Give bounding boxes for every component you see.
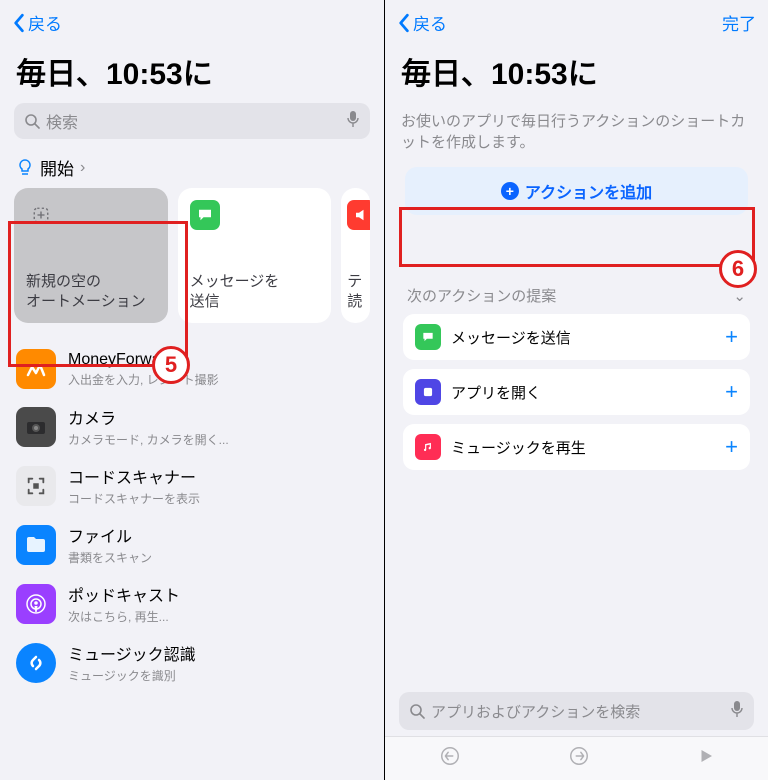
app-shazam[interactable]: ミュージック認識 ミュージックを識別 (0, 633, 384, 692)
plus-circle-icon: + (501, 182, 519, 200)
back-button[interactable]: 戻る (12, 10, 62, 35)
back-label: 戻る (28, 10, 62, 35)
suggestion-open-app[interactable]: アプリを開く + (403, 369, 750, 415)
files-icon (16, 525, 56, 565)
speaker-icon (347, 200, 370, 230)
app-name: コードスキャナー (68, 464, 200, 488)
search-icon (409, 703, 425, 719)
moneyforward-icon (16, 349, 56, 389)
suggestion-label: アプリを開く (451, 382, 541, 403)
chevron-down-icon: ⌄ (733, 287, 746, 305)
page-title: 毎日、10:53に (0, 41, 384, 103)
shortcuts-add-action-pane: 戻る 完了 毎日、10:53に お使いのアプリで毎日行うアクションのショートカッ… (384, 0, 768, 780)
suggestion-label: ミュージックを再生 (451, 437, 586, 458)
app-icon (415, 379, 441, 405)
card-send-message[interactable]: メッセージを 送信 (178, 188, 332, 323)
top-bar: 戻る (0, 0, 384, 41)
app-name: ミュージック認識 (68, 641, 196, 665)
plus-icon[interactable]: + (725, 379, 738, 405)
app-code-scanner[interactable]: コードスキャナー コードスキャナーを表示 (0, 456, 384, 515)
search-icon (24, 113, 40, 129)
app-moneyforward[interactable]: MoneyForward 入出金を入力, レシート撮影 (0, 341, 384, 397)
top-bar: 戻る 完了 (385, 0, 768, 41)
add-action-label: アクションを追加 (525, 179, 652, 203)
chevron-right-icon: › (80, 159, 85, 177)
app-list: MoneyForward 入出金を入力, レシート撮影 カメラ カメラモード, … (0, 341, 384, 692)
app-sub: ミュージックを識別 (68, 667, 196, 684)
done-button[interactable]: 完了 (722, 10, 756, 35)
suggestions-title: 次のアクションの提案 (407, 285, 556, 306)
shazam-icon (16, 643, 56, 683)
undo-button[interactable] (439, 745, 461, 773)
app-sub: 入出金を入力, レシート撮影 (68, 371, 219, 388)
messages-icon (415, 324, 441, 350)
add-action-button[interactable]: + アクションを追加 (405, 167, 748, 215)
app-sub: 書類をスキャン (68, 549, 152, 566)
chevron-left-icon (397, 13, 411, 33)
app-files[interactable]: ファイル 書類をスキャン (0, 515, 384, 574)
plus-icon[interactable]: + (725, 434, 738, 460)
new-automation-icon (26, 200, 56, 230)
podcasts-icon (16, 584, 56, 624)
music-icon (415, 434, 441, 460)
suggestion-label: メッセージを送信 (451, 327, 571, 348)
back-button[interactable]: 戻る (397, 10, 447, 35)
mic-icon[interactable] (730, 700, 744, 722)
start-section-header[interactable]: 開始 › (0, 151, 384, 188)
action-cards-row: 新規の空の オートメーション メッセージを 送信 テ 読 (0, 188, 384, 323)
page-title: 毎日、10:53に (385, 41, 768, 103)
suggestion-send-message[interactable]: メッセージを送信 + (403, 314, 750, 360)
app-name: ポッドキャスト (68, 582, 180, 606)
app-camera[interactable]: カメラ カメラモード, カメラを開く... (0, 397, 384, 456)
redo-button[interactable] (568, 745, 590, 773)
bottom-toolbar (385, 736, 768, 780)
mic-icon[interactable] (346, 110, 360, 133)
search-placeholder: アプリおよびアクションを検索 (431, 701, 640, 722)
app-sub: コードスキャナーを表示 (68, 490, 200, 507)
app-name: カメラ (68, 405, 229, 429)
action-search-input[interactable]: アプリおよびアクションを検索 (399, 692, 754, 730)
shortcuts-automation-start-pane: 戻る 毎日、10:53に 検索 開始 › 新規の空の オートメーション メッセー… (0, 0, 384, 780)
messages-icon (190, 200, 220, 230)
app-sub: 次はこちら, 再生... (68, 608, 180, 625)
back-label: 戻る (413, 10, 447, 35)
suggestion-play-music[interactable]: ミュージックを再生 + (403, 424, 750, 470)
start-label: 開始 (40, 155, 74, 180)
search-placeholder: 検索 (46, 109, 78, 133)
annotation-box-6 (399, 207, 755, 267)
suggestions-header[interactable]: 次のアクションの提案 ⌄ (385, 285, 768, 314)
run-button[interactable] (697, 747, 715, 771)
card-peek-next[interactable]: テ 読 (341, 188, 370, 323)
card-label: テ 読 (347, 272, 358, 311)
plus-icon[interactable]: + (725, 324, 738, 350)
card-label: メッセージを 送信 (190, 272, 320, 311)
lightbulb-icon (16, 159, 34, 177)
search-input[interactable]: 検索 (14, 103, 370, 139)
card-new-blank-automation[interactable]: 新規の空の オートメーション (14, 188, 168, 323)
chevron-left-icon (12, 13, 26, 33)
scanner-icon (16, 466, 56, 506)
app-name: ファイル (68, 523, 152, 547)
app-podcasts[interactable]: ポッドキャスト 次はこちら, 再生... (0, 574, 384, 633)
app-sub: カメラモード, カメラを開く... (68, 431, 229, 448)
card-label: 新規の空の オートメーション (26, 272, 156, 311)
app-name: MoneyForward (68, 351, 219, 369)
annotation-badge-6: 6 (719, 250, 757, 288)
page-description: お使いのアプリで毎日行うアクションのショートカットを作成します。 (385, 103, 768, 167)
camera-icon (16, 407, 56, 447)
